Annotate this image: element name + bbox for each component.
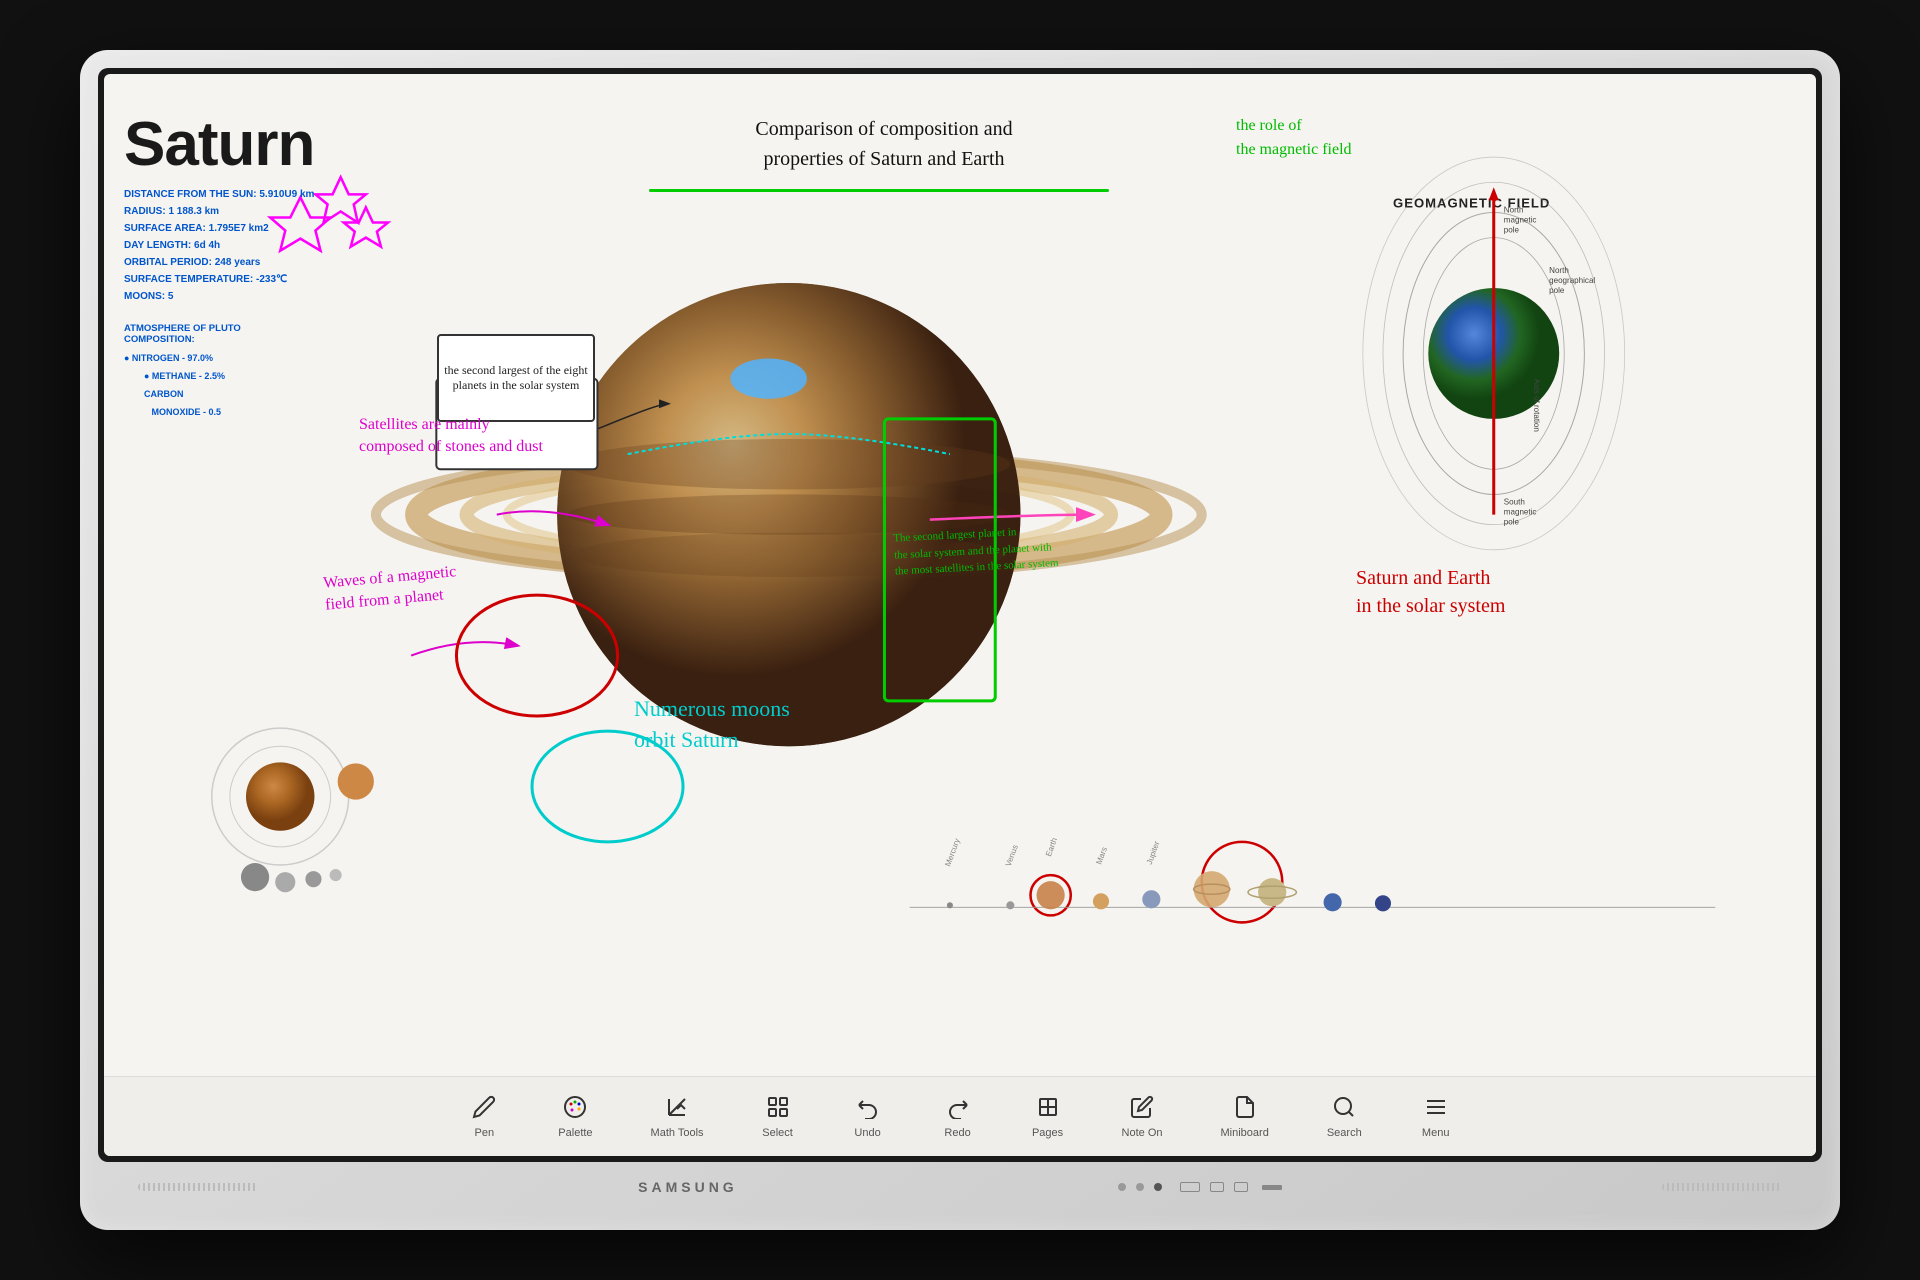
left-speaker xyxy=(138,1183,258,1191)
select-icon xyxy=(766,1095,790,1123)
hdmi-port-2 xyxy=(1234,1182,1248,1192)
magnetic-waves-note: Waves of a magneticfield from a planet xyxy=(322,555,525,617)
note-on-icon xyxy=(1130,1095,1154,1123)
saturn-earth-note: Saturn and Earthin the solar system xyxy=(1356,564,1616,620)
canvas-area[interactable]: Mercury Venus Earth Mars Jupiter xyxy=(104,74,1816,1076)
comparison-title: Comparison of composition andproperties … xyxy=(644,114,1124,174)
select-button[interactable]: Select xyxy=(748,1087,808,1147)
svg-text:pole: pole xyxy=(1504,226,1520,235)
second-largest-box: the second largest of the eight planets … xyxy=(437,334,595,422)
pen-button[interactable]: Pen xyxy=(454,1087,514,1147)
note-on-label: Note On xyxy=(1122,1127,1163,1139)
ctrl-dot-2 xyxy=(1136,1183,1144,1191)
pages-button[interactable]: Pages xyxy=(1018,1087,1078,1147)
screen: Mercury Venus Earth Mars Jupiter xyxy=(104,74,1816,1156)
monitor-bottom: SAMSUNG xyxy=(98,1162,1822,1212)
math-tools-icon xyxy=(665,1095,689,1123)
svg-text:North: North xyxy=(1549,266,1569,275)
atmosphere-items: ● NITROGEN - 97.0% ● METHANE - 2.5% CARB… xyxy=(124,349,404,421)
svg-text:Earth: Earth xyxy=(1044,837,1059,858)
svg-text:Mars: Mars xyxy=(1094,846,1109,866)
search-icon xyxy=(1332,1095,1356,1123)
math-tools-button[interactable]: Math Tools xyxy=(637,1087,718,1147)
svg-text:pole: pole xyxy=(1504,518,1520,527)
power-port xyxy=(1180,1182,1200,1192)
svg-text:magnetic: magnetic xyxy=(1504,508,1537,517)
svg-text:Venus: Venus xyxy=(1004,844,1020,868)
math-tools-label: Math Tools xyxy=(651,1127,704,1139)
select-label: Select xyxy=(762,1127,793,1139)
monitor: Mercury Venus Earth Mars Jupiter xyxy=(80,50,1840,1230)
palette-icon xyxy=(563,1095,587,1123)
svg-text:pole: pole xyxy=(1549,286,1565,295)
pen-label: Pen xyxy=(475,1127,495,1139)
magnetic-role-note: the role ofthe magnetic field xyxy=(1236,114,1486,162)
brand-label: SAMSUNG xyxy=(638,1179,738,1195)
search-button[interactable]: Search xyxy=(1313,1087,1376,1147)
hdmi-port-1 xyxy=(1210,1182,1224,1192)
menu-button[interactable]: Menu xyxy=(1406,1087,1466,1147)
usb-port xyxy=(1262,1185,1282,1190)
redo-label: Redo xyxy=(944,1127,970,1139)
pen-icon xyxy=(472,1095,496,1123)
right-speaker xyxy=(1662,1183,1782,1191)
toolbar: Pen Palette xyxy=(104,1076,1816,1156)
svg-text:geographical: geographical xyxy=(1549,276,1595,285)
search-label: Search xyxy=(1327,1127,1362,1139)
miniboard-button[interactable]: Miniboard xyxy=(1207,1087,1283,1147)
menu-icon xyxy=(1424,1095,1448,1123)
moons-note: Numerous moonsorbit Saturn xyxy=(634,694,884,756)
redo-icon xyxy=(946,1095,970,1123)
palette-label: Palette xyxy=(558,1127,592,1139)
ctrl-dot-1 xyxy=(1118,1183,1126,1191)
menu-label: Menu xyxy=(1422,1127,1450,1139)
note-on-button[interactable]: Note On xyxy=(1108,1087,1177,1147)
svg-text:North: North xyxy=(1504,205,1524,214)
undo-label: Undo xyxy=(854,1127,880,1139)
pages-icon xyxy=(1036,1095,1060,1123)
miniboard-icon xyxy=(1233,1095,1257,1123)
redo-button[interactable]: Redo xyxy=(928,1087,988,1147)
saturn-title: Saturn xyxy=(124,114,404,176)
screen-bezel: Mercury Venus Earth Mars Jupiter xyxy=(98,68,1822,1162)
svg-text:Axis of rotation: Axis of rotation xyxy=(1532,379,1541,432)
svg-text:Mercury: Mercury xyxy=(943,837,961,867)
undo-button[interactable]: Undo xyxy=(838,1087,898,1147)
ctrl-dot-3 xyxy=(1154,1183,1162,1191)
palette-button[interactable]: Palette xyxy=(544,1087,606,1147)
title-underline xyxy=(649,189,1109,192)
miniboard-label: Miniboard xyxy=(1221,1127,1269,1139)
atmosphere-box: ATMOSPHERE OF PLUTO COMPOSITION: ● NITRO… xyxy=(124,323,404,421)
undo-icon xyxy=(856,1095,880,1123)
svg-text:GEOMAGNETIC FIELD: GEOMAGNETIC FIELD xyxy=(1393,195,1550,210)
svg-text:Jupiter: Jupiter xyxy=(1145,840,1162,866)
pages-label: Pages xyxy=(1032,1127,1063,1139)
svg-text:South: South xyxy=(1504,498,1525,507)
bottom-controls xyxy=(1118,1182,1282,1192)
svg-text:magnetic: magnetic xyxy=(1504,216,1537,225)
planet-info: DISTANCE FROM THE SUN: 5.910U9 km RADIUS… xyxy=(124,186,404,305)
left-panel: Saturn DISTANCE FROM THE SUN: 5.910U9 km… xyxy=(124,104,404,421)
second-planet-note: The second largest planet inthe solar sy… xyxy=(893,517,1145,580)
